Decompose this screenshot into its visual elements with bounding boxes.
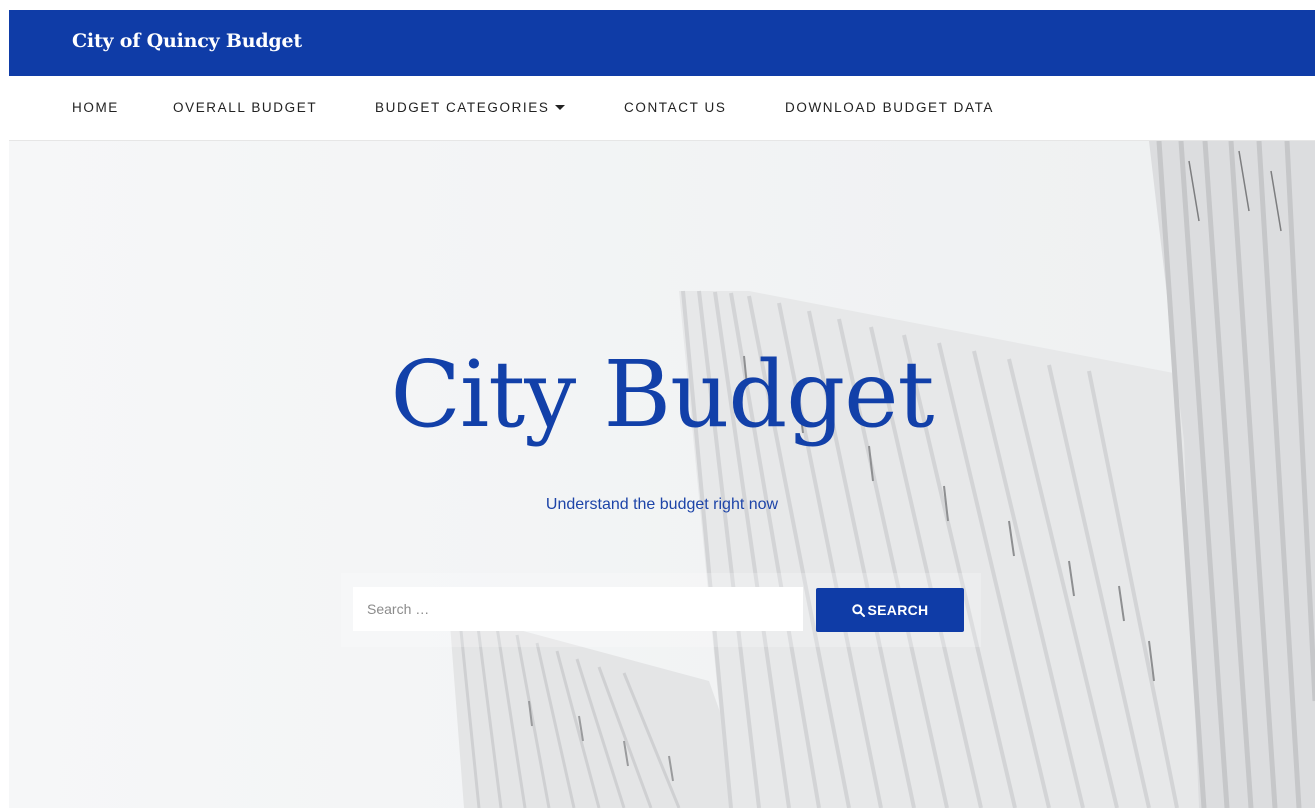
nav-item-contact-us[interactable]: CONTACT US (624, 100, 727, 115)
search-button[interactable]: SEARCH (816, 588, 964, 632)
site-title[interactable]: City of Quincy Budget (72, 30, 302, 52)
nav-item-label: DOWNLOAD BUDGET DATA (785, 100, 995, 115)
nav-item-home[interactable]: HOME (72, 100, 119, 115)
nav-item-download-budget-data[interactable]: DOWNLOAD BUDGET DATA (785, 100, 994, 115)
hero-background-image (9, 141, 1315, 808)
nav-item-label: HOME (72, 100, 119, 115)
search-form: SEARCH (341, 573, 981, 647)
caret-down-icon (555, 104, 566, 110)
main-navigation: HOME OVERALL BUDGET BUDGET CATEGORIES CO… (9, 76, 1315, 141)
search-input[interactable] (353, 587, 803, 631)
top-header-bar: City of Quincy Budget (9, 10, 1315, 76)
page: City of Quincy Budget HOME OVERALL BUDGE… (0, 0, 1315, 808)
nav-item-label: BUDGET CATEGORIES (375, 100, 550, 115)
nav-item-overall-budget[interactable]: OVERALL BUDGET (173, 100, 317, 115)
nav-item-label: OVERALL BUDGET (173, 100, 318, 115)
search-icon (851, 603, 865, 617)
search-button-label: SEARCH (867, 602, 929, 618)
nav-item-label: CONTACT US (624, 100, 727, 115)
nav-item-budget-categories[interactable]: BUDGET CATEGORIES (375, 100, 566, 115)
hero-title: City Budget (390, 341, 934, 448)
hero-subtitle: Understand the budget right now (545, 496, 779, 513)
hero-section: City Budget Understand the budget right … (9, 141, 1315, 808)
